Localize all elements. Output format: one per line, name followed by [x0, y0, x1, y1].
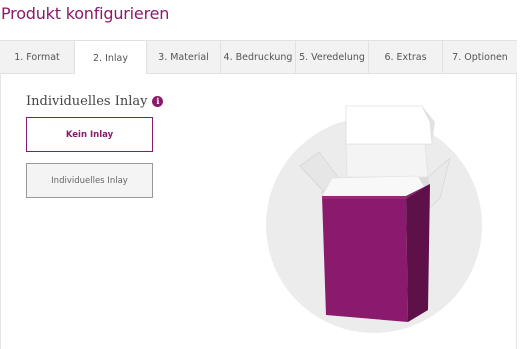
config-tabs: 1. Format 2. Inlay 3. Material 4. Bedruc… — [0, 40, 517, 76]
tab-format[interactable]: 1. Format — [0, 41, 75, 73]
tab-optionen[interactable]: 7. Optionen — [443, 41, 517, 73]
inlay-heading: Individuelles Inlay i — [26, 94, 164, 109]
option-custom-inlay-button[interactable]: Individuelles Inlay — [26, 163, 153, 198]
tab-veredelung[interactable]: 5. Veredelung — [296, 41, 369, 73]
inlay-heading-label: Individuelles Inlay — [26, 94, 148, 109]
info-icon[interactable]: i — [152, 96, 164, 107]
page-title: Produkt konfigurieren — [1, 4, 170, 23]
tab-extras[interactable]: 6. Extras — [369, 41, 443, 73]
option-no-inlay-button[interactable]: Kein Inlay — [26, 117, 153, 152]
box-preview-image — [266, 105, 482, 333]
tab-bedruckung[interactable]: 4. Bedruckung — [221, 41, 296, 73]
tab-inlay[interactable]: 2. Inlay — [75, 41, 147, 76]
tab-material[interactable]: 3. Material — [147, 41, 221, 73]
